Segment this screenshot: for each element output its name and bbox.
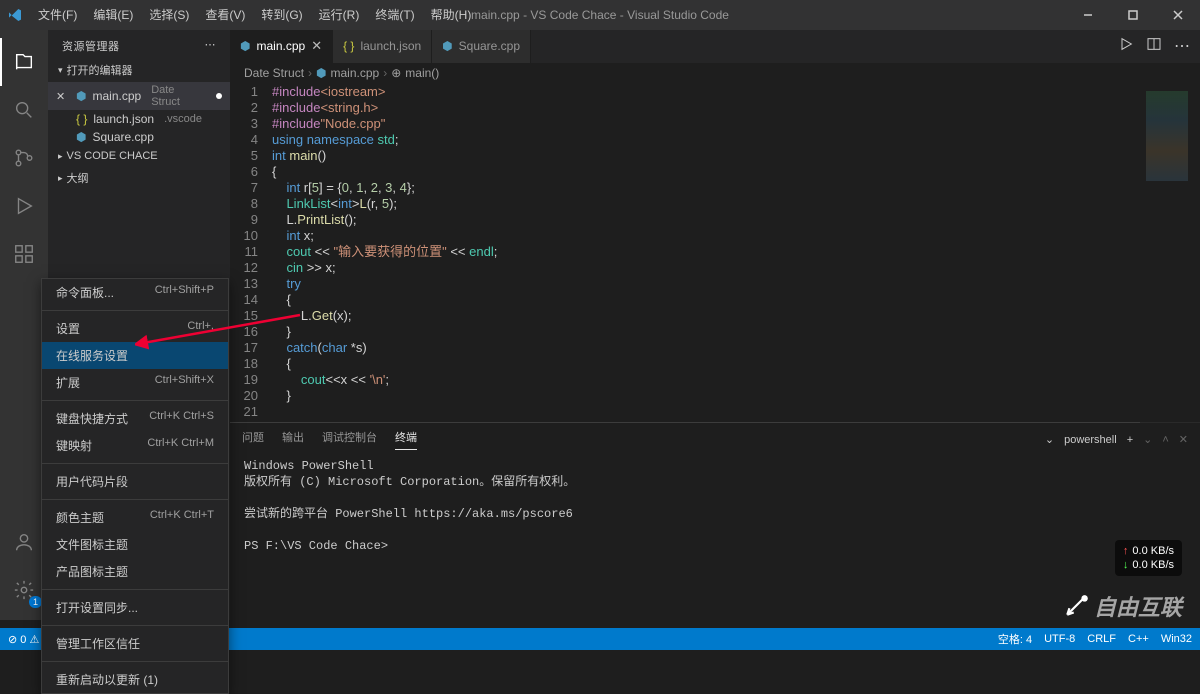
watermark: 自由互联 (1064, 590, 1182, 622)
menu-item[interactable]: 编辑(E) (85, 0, 141, 30)
panel-tab[interactable]: 输出 (282, 429, 304, 450)
context-menu-item[interactable]: 用户代码片段 (42, 468, 228, 495)
menu-item[interactable]: 终端(T) (367, 0, 422, 30)
menu-item[interactable]: 选择(S) (141, 0, 197, 30)
menu-bar: 文件(F)编辑(E)选择(S)查看(V)转到(G)运行(R)终端(T)帮助(H) (30, 0, 479, 30)
modified-dot-icon (216, 93, 222, 99)
breadcrumb-segment[interactable]: Date Struct (244, 66, 304, 80)
extensions-icon[interactable] (0, 230, 48, 278)
menu-item[interactable]: 查看(V) (197, 0, 253, 30)
editor-tabs: ⬢main.cpp✕{ }launch.json⬢Square.cpp ⋯ (230, 30, 1200, 63)
json-file-icon: { } (343, 39, 354, 53)
panel-tab[interactable]: 调试控制台 (322, 429, 377, 450)
json-file-icon: { } (76, 112, 87, 126)
context-menu-item[interactable]: 键映射Ctrl+K Ctrl+M (42, 432, 228, 459)
close-button[interactable] (1155, 0, 1200, 30)
new-terminal-icon[interactable]: + (1127, 434, 1133, 446)
upload-icon: ↑ (1123, 544, 1129, 558)
menu-item[interactable]: 转到(G) (253, 0, 310, 30)
context-menu-item[interactable]: 颜色主题Ctrl+K Ctrl+T (42, 504, 228, 531)
breadcrumb-segment[interactable]: main.cpp (331, 66, 380, 80)
panel: 问题输出调试控制台终端 ⌄ powershell + ⌄ ˄ ✕ Windows… (230, 422, 1200, 620)
close-icon[interactable]: ✕ (56, 90, 65, 103)
terminal-kind-icon[interactable]: ⌄ (1045, 433, 1054, 446)
breadcrumb[interactable]: Date Struct›⬢main.cpp›⊕main() (230, 63, 1200, 84)
open-editors-section[interactable]: 打开的编辑器 (48, 58, 230, 82)
status-item[interactable]: UTF-8 (1044, 631, 1075, 647)
more-icon[interactable]: ⋯ (205, 38, 217, 54)
run-debug-icon[interactable] (0, 182, 48, 230)
search-icon[interactable] (0, 86, 48, 134)
terminal-body[interactable]: Windows PowerShell 版权所有 (C) Microsoft Co… (230, 450, 1200, 562)
context-menu-item[interactable]: 打开设置同步... (42, 594, 228, 621)
vscode-icon (0, 7, 30, 23)
context-menu-item[interactable]: 管理工作区信任 (42, 630, 228, 657)
context-menu-item[interactable]: 设置Ctrl+, (42, 315, 228, 342)
title-bar: 文件(F)编辑(E)选择(S)查看(V)转到(G)运行(R)终端(T)帮助(H)… (0, 0, 1200, 30)
more-actions-icon[interactable]: ⋯ (1174, 36, 1190, 56)
open-editor-item[interactable]: ⬢Square.cpp (48, 128, 230, 146)
editor-tab[interactable]: ⬢main.cpp✕ (230, 30, 333, 63)
network-monitor: ↑0.0 KB/s ↓0.0 KB/s (1115, 540, 1182, 576)
open-editor-item[interactable]: ✕⬢main.cppDate Struct (48, 82, 230, 110)
close-tab-icon[interactable]: ✕ (311, 38, 322, 54)
explorer-icon[interactable] (0, 38, 48, 86)
open-editor-item[interactable]: { }launch.json.vscode (48, 110, 230, 128)
settings-context-menu: 命令面板...Ctrl+Shift+P 设置Ctrl+,在线服务设置扩展Ctrl+… (41, 278, 229, 694)
minimize-button[interactable] (1065, 0, 1110, 30)
run-icon[interactable] (1118, 36, 1134, 57)
line-gutter: 1234567891011121314151617181920212223242… (230, 84, 272, 423)
context-menu-item[interactable]: 重新启动以更新 (1) (42, 666, 228, 693)
context-menu-item[interactable]: 文件图标主题 (42, 531, 228, 558)
status-item[interactable]: 空格: 4 (998, 631, 1032, 647)
status-item[interactable]: C++ (1128, 631, 1149, 647)
code-editor[interactable]: #include<iostream>#include<string.h>#inc… (272, 84, 1200, 423)
menu-item[interactable]: 文件(F) (30, 0, 85, 30)
context-menu-item[interactable]: 命令面板...Ctrl+Shift+P (42, 279, 228, 306)
terminal-kind-label[interactable]: powershell (1064, 434, 1117, 446)
minimap[interactable] (1140, 87, 1200, 447)
editor-tab[interactable]: ⬢Square.cpp (432, 30, 531, 63)
context-menu-item[interactable]: 键盘快捷方式Ctrl+K Ctrl+S (42, 405, 228, 432)
source-control-icon[interactable] (0, 134, 48, 182)
workspace-section[interactable]: VS CODE CHACE (48, 146, 230, 166)
context-menu-item[interactable]: 在线服务设置 (42, 342, 228, 369)
maximize-button[interactable] (1110, 0, 1155, 30)
split-editor-icon[interactable] (1146, 36, 1162, 57)
cpp-file-icon: ⬢ (76, 89, 86, 103)
panel-tab[interactable]: 问题 (242, 429, 264, 450)
window-title: main.cpp - VS Code Chace - Visual Studio… (471, 8, 729, 22)
cpp-file-icon: ⬢ (240, 39, 250, 53)
context-menu-item[interactable]: 产品图标主题 (42, 558, 228, 585)
panel-tab[interactable]: 终端 (395, 429, 417, 450)
outline-section[interactable]: 大纲 (48, 166, 230, 190)
cpp-file-icon: ⬢ (76, 130, 86, 144)
status-item[interactable]: CRLF (1087, 631, 1116, 647)
sidebar-title: 资源管理器 (62, 38, 120, 54)
download-icon: ↓ (1123, 558, 1129, 572)
breadcrumb-segment[interactable]: main() (405, 66, 439, 80)
context-menu-item[interactable]: 扩展Ctrl+Shift+X (42, 369, 228, 396)
status-item[interactable]: Win32 (1161, 631, 1192, 647)
editor-tab[interactable]: { }launch.json (333, 30, 432, 63)
menu-item[interactable]: 运行(R) (311, 0, 368, 30)
editor-area: ⬢main.cpp✕{ }launch.json⬢Square.cpp ⋯ Da… (230, 30, 1200, 620)
cpp-file-icon: ⬢ (442, 39, 452, 53)
